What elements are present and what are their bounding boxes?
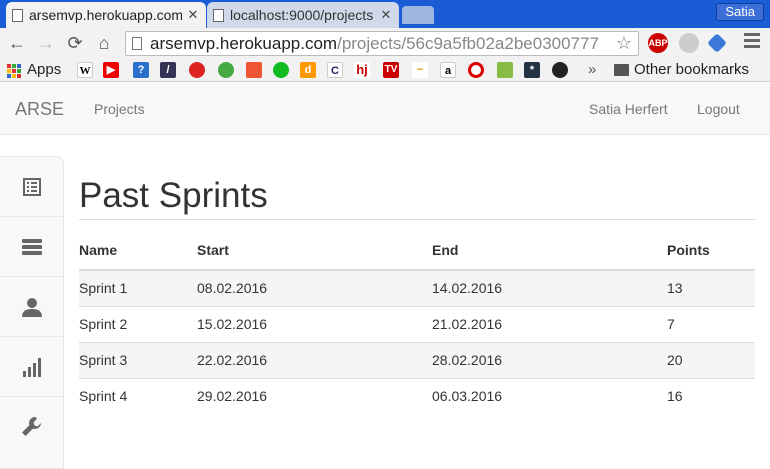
tab-title: localhost:9000/projects (230, 7, 374, 23)
bookmarks-overflow-icon[interactable]: » (588, 62, 596, 78)
bookmark-icon[interactable] (468, 62, 484, 78)
amazon-icon[interactable]: a (440, 62, 456, 78)
address-path: /projects/56c9a5fb02a2be0300777 (337, 34, 599, 53)
divider (79, 219, 755, 220)
cell-start: 08.02.2016 (197, 269, 432, 306)
bookmark-icon[interactable] (246, 62, 262, 78)
brand-link[interactable]: ARSE (15, 99, 64, 120)
forward-icon[interactable]: → (35, 32, 57, 54)
cell-end: 21.02.2016 (432, 305, 667, 342)
sprints-table: Name Start End Points Sprint 1 08.02.201… (79, 231, 755, 414)
bookmark-icon[interactable] (189, 62, 205, 78)
table-row[interactable]: Sprint 4 29.02.2016 06.03.2016 16 (79, 377, 755, 414)
sidebar (0, 156, 64, 469)
youtube-icon[interactable]: ▶ (103, 62, 119, 78)
cell-name: Sprint 2 (79, 305, 197, 342)
folder-icon (614, 64, 629, 76)
page-icon (12, 8, 23, 22)
cell-points: 20 (667, 341, 755, 378)
list-icon (22, 177, 41, 196)
bookmark-icon[interactable]: hj (354, 62, 370, 78)
bookmark-icon[interactable]: * (524, 62, 540, 78)
sidebar-item-stats[interactable] (0, 337, 63, 397)
nav-user[interactable]: Satia Herfert (589, 101, 668, 117)
stack-icon (21, 238, 42, 255)
close-icon[interactable]: ✕ (379, 7, 393, 23)
table-row[interactable]: Sprint 1 08.02.2016 14.02.2016 13 (79, 269, 755, 306)
nav-logout[interactable]: Logout (697, 101, 740, 117)
cell-name: Sprint 3 (79, 341, 197, 378)
close-icon[interactable]: ✕ (186, 7, 200, 23)
app-navbar: ARSE Projects Satia Herfert Logout (0, 83, 770, 135)
bookmark-icon[interactable]: ~ (412, 62, 428, 78)
wrench-icon (21, 417, 41, 436)
browser-tab-active[interactable]: arsemvp.herokuapp.com ✕ (6, 2, 206, 28)
apps-icon[interactable] (7, 64, 21, 78)
cell-start: 22.02.2016 (197, 341, 432, 378)
sidebar-item-list[interactable] (0, 157, 63, 217)
cell-name: Sprint 1 (79, 269, 197, 306)
bookmark-icon[interactable] (552, 62, 568, 78)
wikipedia-icon[interactable]: W (77, 62, 93, 78)
tab-title: arsemvp.herokuapp.com (29, 7, 182, 23)
bookmark-icon[interactable] (218, 62, 234, 78)
menu-icon[interactable] (744, 33, 760, 49)
bookmark-icon[interactable]: / (160, 62, 176, 78)
back-icon[interactable]: ← (6, 32, 28, 54)
cell-name: Sprint 4 (79, 377, 197, 414)
sidebar-item-user[interactable] (0, 277, 63, 337)
column-header-name[interactable]: Name (79, 231, 197, 271)
cell-end: 14.02.2016 (432, 269, 667, 306)
bookmark-apps[interactable]: Apps (27, 62, 61, 78)
stats-icon (22, 357, 41, 377)
extension-icon[interactable] (679, 33, 699, 53)
column-header-start[interactable]: Start (197, 231, 432, 271)
table-row[interactable]: Sprint 3 22.02.2016 28.02.2016 20 (79, 341, 755, 378)
cell-points: 13 (667, 269, 755, 306)
page-title: Past Sprints (79, 176, 268, 215)
cell-end: 06.03.2016 (432, 377, 667, 414)
bookmark-icon[interactable]: TV (383, 62, 399, 78)
home-icon[interactable]: ⌂ (93, 32, 115, 54)
other-bookmarks[interactable]: Other bookmarks (634, 62, 749, 78)
browser-tab[interactable]: localhost:9000/projects ✕ (207, 2, 399, 28)
profile-button[interactable]: Satia (716, 3, 764, 21)
browser-toolbar: ← → ⟳ ⌂ arsemvp.herokuapp.com/projects/5… (0, 28, 770, 58)
bookmark-icon[interactable] (273, 62, 289, 78)
bookmark-icon[interactable]: d (300, 62, 316, 78)
adblock-icon[interactable]: ABP (648, 33, 668, 53)
page-icon (132, 37, 142, 50)
cell-points: 7 (667, 305, 755, 342)
cell-end: 28.02.2016 (432, 341, 667, 378)
table-row[interactable]: Sprint 2 15.02.2016 21.02.2016 7 (79, 305, 755, 342)
extension-icon[interactable] (707, 33, 727, 53)
bookmark-icon[interactable]: C (327, 62, 343, 78)
new-tab-button[interactable] (402, 6, 434, 24)
column-header-end[interactable]: End (432, 231, 667, 271)
nav-projects[interactable]: Projects (94, 101, 145, 117)
sidebar-item-backlog[interactable] (0, 217, 63, 277)
cell-start: 15.02.2016 (197, 305, 432, 342)
table-header-row: Name Start End Points (79, 231, 755, 271)
bookmark-icon[interactable] (497, 62, 513, 78)
bookmarks-bar: Apps W ▶ ? / d C hj TV ~ a * » Other boo… (0, 58, 770, 82)
address-host: arsemvp.herokuapp.com (150, 34, 338, 53)
page-icon (213, 8, 224, 22)
user-icon (21, 297, 42, 317)
address-bar[interactable]: arsemvp.herokuapp.com/projects/56c9a5fb0… (125, 31, 639, 56)
cell-start: 29.02.2016 (197, 377, 432, 414)
browser-tab-strip: arsemvp.herokuapp.com ✕ localhost:9000/p… (0, 0, 770, 28)
bookmark-icon[interactable]: ? (133, 62, 149, 78)
column-header-points[interactable]: Points (667, 231, 755, 271)
sidebar-item-settings[interactable] (0, 397, 63, 457)
cell-points: 16 (667, 377, 755, 414)
reload-icon[interactable]: ⟳ (64, 32, 86, 54)
bookmark-star-icon[interactable]: ☆ (616, 32, 632, 55)
